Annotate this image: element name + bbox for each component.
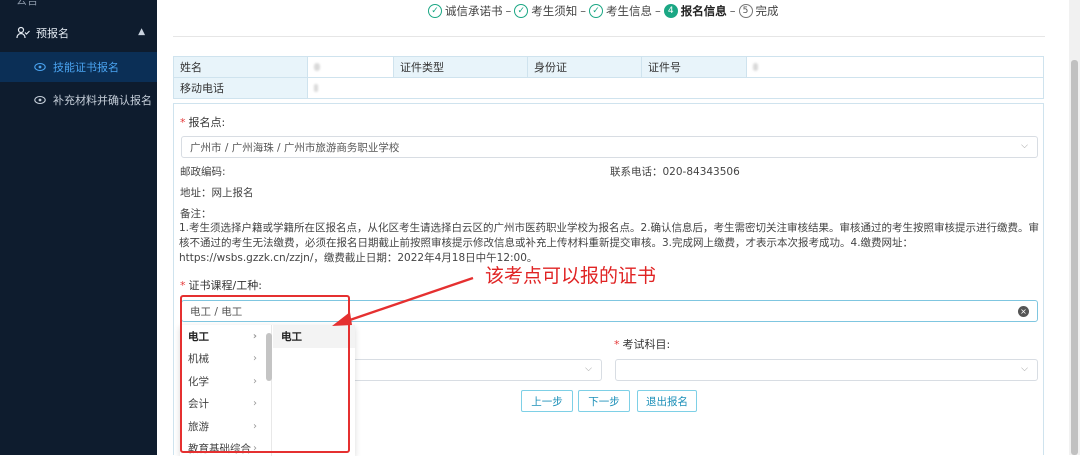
sidebar-item-supplement[interactable]: 补充材料并确认报名 [0, 85, 157, 115]
eye-icon [34, 61, 46, 73]
table-row: 姓名 证件类型 身份证 证件号 [174, 57, 1044, 78]
step-separator: – [580, 4, 586, 18]
site-label-text: 报名点: [189, 116, 226, 129]
step-label: 完成 [756, 3, 779, 19]
redacted-value [753, 63, 758, 71]
sidebar-group-pre-registration[interactable]: 预报名 ▲ [0, 21, 157, 45]
sidebar-item-label: 补充材料并确认报名 [53, 92, 152, 108]
annotation-arrow [330, 270, 480, 330]
redacted-value [314, 84, 318, 92]
sidebar: 公告 预报名 ▲ 技能证书报名 补充材料并确认报名 [0, 0, 157, 455]
sidebar-item-notice[interactable]: 公告 [16, 0, 38, 6]
step-separator: – [730, 4, 736, 18]
chevron-down-icon: ⌵ [1021, 364, 1028, 374]
check-icon: ✓ [589, 4, 603, 18]
remark-label: 备注： [180, 206, 212, 221]
step-candidate-info: ✓考生信息 [589, 3, 652, 19]
table-row: 移动电话 [174, 78, 1044, 99]
step-complete: 5完成 [739, 3, 779, 19]
idno-label: 证件号 [642, 57, 747, 78]
candidate-info-table: 姓名 证件类型 身份证 证件号 移动电话 [173, 56, 1044, 99]
sidebar-item-skill-cert[interactable]: 技能证书报名 [0, 52, 157, 82]
phone-value [308, 78, 1044, 99]
chevron-up-icon: ▲ [138, 27, 145, 37]
redacted-value [314, 63, 320, 71]
sidebar-group-label: 预报名 [36, 25, 69, 41]
page-scrollbar[interactable] [1069, 0, 1080, 455]
idtype-label: 证件类型 [394, 57, 528, 78]
site-select-value: 广州市 / 广州海珠 / 广州市旅游商务职业学校 [190, 140, 399, 155]
name-value [308, 57, 394, 78]
clear-icon[interactable]: × [1018, 306, 1029, 317]
exit-registration-button[interactable]: 退出报名 [637, 390, 697, 412]
contact-phone: 联系电话：020-84343506 [610, 164, 740, 179]
scrollbar-thumb[interactable] [1071, 60, 1078, 455]
divider [173, 36, 1045, 37]
chevron-down-icon: ⌵ [585, 364, 592, 374]
user-group-icon [16, 26, 30, 40]
step-number: 5 [739, 4, 753, 18]
course-label-text: 证书课程/工种: [189, 279, 262, 292]
next-step-button[interactable]: 下一步 [578, 390, 630, 412]
subject-label: *考试科目: [614, 336, 670, 352]
exam-batch-select[interactable]: ⌵ [344, 359, 602, 381]
chevron-down-icon: ⌵ [1021, 141, 1028, 151]
step-separator: – [506, 4, 512, 18]
idno-value [747, 57, 1044, 78]
step-label: 考生须知 [531, 3, 577, 19]
postcode-label: 邮政编码: [180, 164, 226, 179]
step-promise: ✓诚信承诺书 [428, 3, 503, 19]
annotation-text: 该考点可以报的证书 [485, 261, 656, 288]
check-icon: ✓ [428, 4, 442, 18]
site-select[interactable]: 广州市 / 广州海珠 / 广州市旅游商务职业学校 ⌵ [181, 136, 1038, 158]
eye-icon [34, 94, 46, 106]
subject-select[interactable]: ⌵ [615, 359, 1038, 381]
idtype-value: 身份证 [528, 57, 642, 78]
sidebar-item-label: 技能证书报名 [53, 59, 119, 75]
remark-text: 1.考生须选择户籍或学籍所在区报名点，从化区考生请选择白云区的广州市医药职业学校… [179, 221, 1041, 266]
annotation-highlight-box [180, 295, 350, 453]
check-icon: ✓ [514, 4, 528, 18]
step-label: 诚信承诺书 [445, 3, 503, 19]
prev-step-button[interactable]: 上一步 [521, 390, 573, 412]
course-label: *证书课程/工种: [180, 277, 262, 293]
step-label: 考生信息 [606, 3, 652, 19]
subject-label-text: 考试科目: [623, 338, 671, 351]
step-notice: ✓考生须知 [514, 3, 577, 19]
phone-label: 移动电话 [174, 78, 308, 99]
step-registration-info: 4报名信息 [664, 3, 727, 19]
progress-steps: ✓诚信承诺书 – ✓考生须知 – ✓考生信息 – 4报名信息 – 5完成 [428, 2, 779, 20]
step-number: 4 [664, 4, 678, 18]
step-separator: – [655, 4, 661, 18]
step-label: 报名信息 [681, 3, 727, 19]
address: 地址：网上报名 [180, 185, 254, 200]
site-label: *报名点: [180, 114, 225, 130]
name-label: 姓名 [174, 57, 308, 78]
